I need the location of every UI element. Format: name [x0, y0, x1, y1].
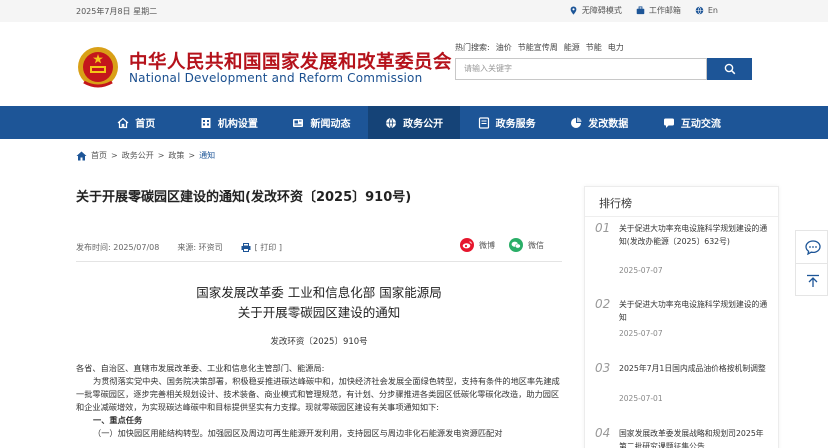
meta-divider [76, 261, 562, 262]
ranking-panel: 排行榜 01 关于促进大功率充电设施科学规划建设的通知(发改办能源〔2025〕6… [584, 186, 779, 448]
breadcrumb-notice[interactable]: 通知 [199, 150, 215, 161]
paragraph: （一）加快园区用能结构转型。加强园区及周边可再生能源开发利用，支持园区与周边非化… [93, 428, 503, 438]
paragraph: 为贯彻落实党中央、国务院决策部署，积极稳妥推进碳达峰碳中和，加快经济社会发展全面… [76, 376, 560, 412]
org-icon [201, 117, 211, 128]
rank-number: 02 [595, 297, 611, 311]
source-label: 来源: [177, 243, 197, 252]
rank-date: 2025-07-07 [619, 329, 663, 338]
globe-icon [695, 6, 704, 15]
feedback-button[interactable] [796, 231, 828, 264]
search-button[interactable] [707, 58, 752, 80]
hot-word[interactable]: 节能 [586, 42, 602, 53]
nav-label: 互动交流 [680, 119, 721, 130]
rank-number: 04 [595, 426, 611, 440]
breadcrumb-home[interactable]: 首页 [91, 150, 107, 161]
ranking-title: 排行榜 [599, 197, 632, 210]
publish-date: 2025/07/08 [113, 243, 160, 252]
accessibility-label: 无障碍模式 [581, 6, 622, 15]
share-wechat[interactable]: 微信 [509, 238, 544, 252]
wechat-icon [509, 238, 523, 252]
hot-word[interactable]: 能源 [564, 42, 580, 53]
nav-services[interactable]: 政务服务 [460, 106, 553, 139]
source-value: 环资司 [198, 243, 223, 252]
news-icon [293, 118, 304, 127]
article-body: 各省、自治区、直辖市发展改革委、工业和信息化主管部门、能源局: 为贯彻落实党中央… [76, 362, 562, 440]
english-label: En [707, 6, 718, 15]
source-info: 来源: 环资司 [177, 242, 222, 253]
arrow-up-icon [806, 274, 819, 287]
hot-word[interactable]: 节能宣传周 [518, 42, 558, 53]
briefcase-icon [636, 6, 645, 15]
printer-icon [241, 243, 251, 252]
breadcrumb-policy[interactable]: 政策 [168, 150, 184, 161]
rank-text: 国家发展改革委发展战略和规划司2025年第二批研究课题征集公告 [619, 429, 764, 448]
nav-organization[interactable]: 机构设置 [183, 106, 276, 139]
home-icon [117, 117, 129, 128]
addressee: 各省、自治区、直辖市发展改革委、工业和信息化主管部门、能源局: [76, 363, 325, 373]
search-icon [724, 63, 735, 75]
nav-label: 新闻动态 [310, 119, 351, 130]
nav-label: 机构设置 [217, 119, 258, 130]
mailbox-label: 工作邮箱 [648, 6, 681, 15]
doc-issuers: 国家发展改革委 工业和信息化部 国家能源局 [196, 285, 442, 300]
breadcrumb: 首页 > 政务公开 > 政策 > 通知 [76, 150, 215, 161]
doc-number: 发改环资〔2025〕910号 [270, 337, 368, 347]
search-input[interactable]: 请输入关键字 [455, 58, 707, 80]
comment-icon [804, 239, 821, 255]
article-title: 关于开展零碳园区建设的通知(发改环资〔2025〕910号) [76, 190, 412, 205]
doc-title: 关于开展零碳园区建设的通知 [237, 305, 401, 320]
ranking-divider [585, 216, 778, 217]
share-bar: 微博 微信 [460, 238, 544, 252]
rank-date: 2025-07-01 [619, 394, 663, 403]
floating-toolbar [795, 230, 828, 296]
accessibility-link[interactable]: 无障碍模式 [569, 5, 622, 16]
weibo-label: 微博 [479, 240, 495, 250]
hot-word[interactable]: 电力 [608, 42, 624, 53]
mailbox-link[interactable]: 工作邮箱 [636, 5, 681, 16]
main-nav: 首页 机构设置 新闻动态 政务公开 政务服务 发改数据 互动交流 [0, 106, 828, 139]
nav-label: 政务服务 [495, 119, 536, 130]
english-link[interactable]: En [695, 6, 718, 15]
hot-search-words: 热门搜索: 油价 节能宣传周 能源 节能 电力 [455, 42, 624, 53]
top-links: 无障碍模式 工作邮箱 En [569, 5, 718, 16]
publish-info: 发布时间: 2025/07/08 [76, 242, 159, 253]
hot-word[interactable]: 油价 [496, 42, 512, 53]
print-label: [ 打印 ] [254, 243, 282, 252]
site-title-en: National Development and Reform Commissi… [129, 71, 423, 85]
nav-label: 政务公开 [403, 119, 444, 130]
rank-number: 01 [595, 221, 611, 235]
nav-news[interactable]: 新闻动态 [275, 106, 368, 139]
back-to-top-button[interactable] [796, 264, 828, 297]
chat-icon [663, 118, 674, 128]
weibo-icon [460, 238, 474, 252]
rank-text: 关于促进大功率充电设施科学规划建设的通知(发改办能源〔2025〕632号) [619, 224, 768, 246]
service-icon [478, 116, 489, 129]
top-bar: 2025年7月8日 星期二 无障碍模式 工作邮箱 En [0, 0, 828, 22]
rank-text: 关于促进大功率充电设施科学规划建设的通知 [619, 300, 768, 322]
section-heading: 一、重点任务 [93, 415, 143, 425]
breadcrumb-gov-affairs[interactable]: 政务公开 [122, 150, 154, 161]
share-weibo[interactable]: 微博 [460, 238, 495, 252]
wechat-label: 微信 [528, 240, 544, 250]
rank-text: 2025年7月1日国内成品油价格按机制调整 [619, 364, 766, 373]
national-emblem-logo [78, 47, 118, 88]
print-button[interactable]: [ 打印 ] [241, 242, 282, 253]
rank-number: 03 [595, 361, 611, 375]
article-meta: 发布时间: 2025/07/08 来源: 环资司 [ 打印 ] [76, 242, 282, 253]
nav-gov-affairs[interactable]: 政务公开 [367, 106, 461, 139]
publish-label: 发布时间: [76, 243, 111, 252]
nav-label: 发改数据 [588, 119, 629, 130]
nav-data[interactable]: 发改数据 [553, 106, 646, 139]
current-date: 2025年7月8日 星期二 [76, 7, 158, 16]
nav-home[interactable]: 首页 [90, 106, 183, 139]
globe-icon [386, 117, 397, 128]
nav-label: 首页 [135, 119, 156, 130]
data-icon [571, 117, 582, 128]
home-icon[interactable] [76, 151, 87, 161]
rank-date: 2025-07-07 [619, 266, 663, 275]
hot-search-label: 热门搜索: [455, 43, 490, 52]
location-pin-icon [570, 6, 577, 15]
nav-interaction[interactable]: 互动交流 [646, 106, 739, 139]
